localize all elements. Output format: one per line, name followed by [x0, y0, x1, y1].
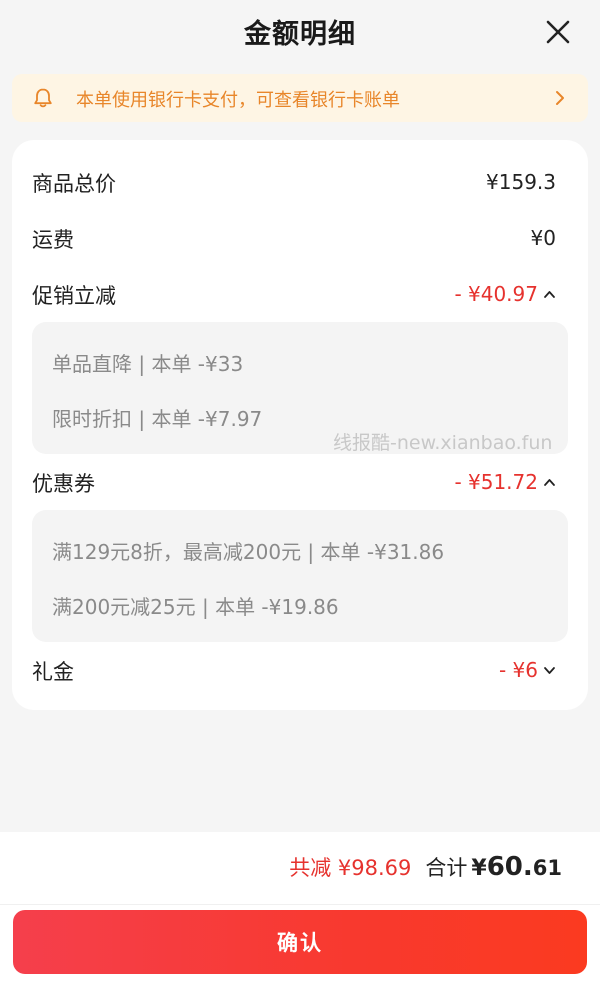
total-amount-decimal: 61 [532, 856, 562, 880]
promotion-label: 促销立减 [32, 284, 116, 308]
gift-cash-row[interactable]: 礼金 - ¥6 [32, 656, 556, 688]
gift-cash-label: 礼金 [32, 660, 74, 684]
coupon-detail-box: 满129元8折，最高减200元 | 本单 -¥31.86 满200元减25元 |… [32, 510, 568, 642]
close-icon[interactable] [544, 18, 572, 46]
promotion-item: 单品直降 | 本单 -¥33 [52, 352, 244, 376]
chevron-down-icon[interactable] [543, 665, 556, 675]
chevron-up-icon[interactable] [543, 477, 556, 487]
header: 金额明细 [0, 0, 600, 66]
total-saved: 共减 ¥98.69 [289, 856, 412, 880]
shipping-value: ¥0 [530, 226, 556, 250]
promotion-value: - ¥40.97 [454, 282, 538, 306]
chevron-right-icon [556, 91, 564, 105]
confirm-button[interactable]: 确认 [13, 910, 587, 974]
bank-card-notice[interactable]: 本单使用银行卡支付，可查看银行卡账单 [12, 74, 588, 122]
price-summary: 共减 ¥98.69 合计 ¥ 60. 61 [289, 852, 562, 882]
gift-cash-value: - ¥6 [498, 658, 538, 682]
promotion-item: 限时折扣 | 本单 -¥7.97 [52, 407, 263, 431]
watermark: 线报酷-new.xianbao.fun [333, 432, 553, 454]
coupon-row[interactable]: 优惠券 - ¥51.72 [32, 468, 556, 500]
total-amount-integer: 60. [486, 852, 533, 882]
divider [0, 904, 600, 905]
total-currency: ¥ [471, 856, 487, 881]
promotion-row[interactable]: 促销立减 - ¥40.97 [32, 280, 556, 312]
goods-total-label: 商品总价 [32, 172, 116, 196]
chevron-up-icon[interactable] [543, 289, 556, 299]
shipping-label: 运费 [32, 228, 74, 252]
coupon-item: 满129元8折，最高减200元 | 本单 -¥31.86 [52, 540, 445, 564]
goods-total-value: ¥159.3 [486, 170, 556, 194]
price-detail-card: 商品总价 ¥159.3 运费 ¥0 促销立减 - ¥40.97 单品直降 | 本… [12, 140, 588, 710]
bell-icon [34, 88, 52, 108]
goods-total-row: 商品总价 ¥159.3 [32, 168, 556, 200]
amount-detail-sheet: 金额明细 本单使用银行卡支付，可查看银行卡账单 商品总价 ¥159.3 运费 ¥… [0, 0, 600, 987]
shipping-row: 运费 ¥0 [32, 224, 556, 256]
total-label: 合计 [425, 856, 468, 880]
coupon-value: - ¥51.72 [454, 470, 538, 494]
page-title: 金额明细 [244, 19, 356, 50]
coupon-item: 满200元减25元 | 本单 -¥19.86 [52, 595, 339, 619]
coupon-label: 优惠券 [32, 472, 95, 496]
notice-text: 本单使用银行卡支付，可查看银行卡账单 [76, 90, 400, 111]
bottom-bar: 共减 ¥98.69 合计 ¥ 60. 61 确认 [0, 832, 600, 987]
